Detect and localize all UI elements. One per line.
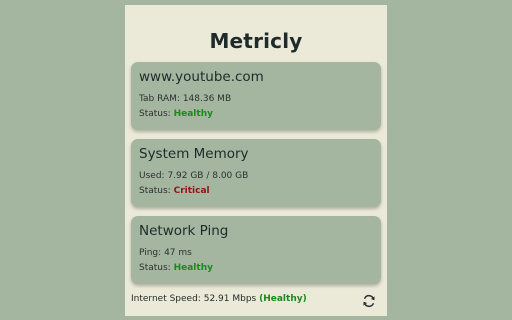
tab-status-label: Status: xyxy=(139,109,171,119)
ping-status-value: Healthy xyxy=(173,263,213,273)
memory-used-value: 7.92 GB / 8.00 GB xyxy=(167,171,249,181)
ping-value: 47 ms xyxy=(164,248,192,258)
tab-ram-value: 148.36 MB xyxy=(182,94,232,104)
memory-status-row: Status: Critical xyxy=(139,186,373,197)
tab-ram-row: Tab RAM: 148.36 MB xyxy=(139,94,373,105)
tab-ram-label: Tab RAM: xyxy=(139,94,180,104)
internet-speed-status: (Healthy) xyxy=(259,294,307,304)
card-title-ping: Network Ping xyxy=(139,223,229,239)
metricly-popup: Metricly www.youtube.com Tab RAM: 148.36… xyxy=(125,5,387,316)
tab-ram-card: www.youtube.com Tab RAM: 148.36 MB Statu… xyxy=(131,62,381,130)
ping-status-label: Status: xyxy=(139,263,171,273)
system-memory-card: System Memory Used: 7.92 GB / 8.00 GB St… xyxy=(131,139,381,207)
internet-speed-value: 52.91 Mbps xyxy=(203,294,257,304)
tab-status-row: Status: Healthy xyxy=(139,109,373,120)
memory-status-value: Critical xyxy=(173,186,210,196)
ping-row: Ping: 47 ms xyxy=(139,248,373,259)
internet-speed: Internet Speed: 52.91 Mbps (Healthy) xyxy=(131,293,381,305)
refresh-icon[interactable] xyxy=(362,293,376,308)
ping-status-row: Status: Healthy xyxy=(139,263,373,274)
app-title: Metricly xyxy=(209,29,303,53)
memory-used-row: Used: 7.92 GB / 8.00 GB xyxy=(139,171,373,182)
memory-used-label: Used: xyxy=(139,171,165,181)
card-title-tab: www.youtube.com xyxy=(139,69,264,85)
refresh-icon-svg xyxy=(363,294,375,308)
network-ping-card: Network Ping Ping: 47 ms Status: Healthy xyxy=(131,216,381,284)
card-title-memory: System Memory xyxy=(139,146,249,162)
memory-status-label: Status: xyxy=(139,186,171,196)
tab-status-value: Healthy xyxy=(173,109,213,119)
internet-speed-label: Internet Speed: xyxy=(131,294,201,304)
ping-label: Ping: xyxy=(139,248,162,258)
